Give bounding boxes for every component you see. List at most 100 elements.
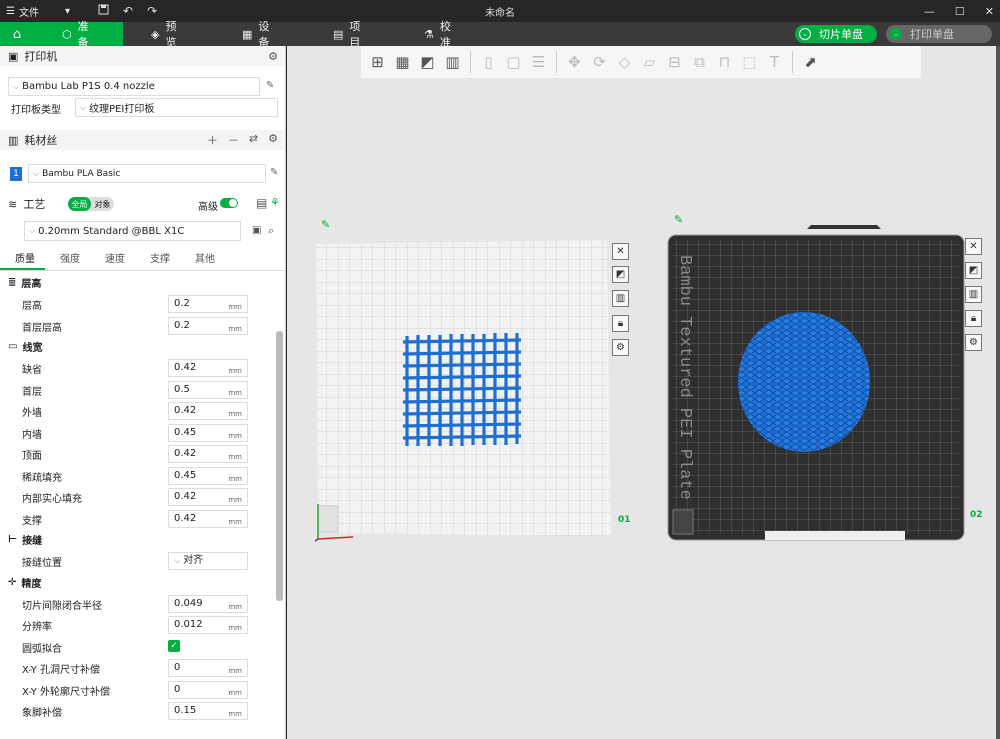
layers-editing-icon[interactable]: ☰ <box>526 49 551 75</box>
tab-preview[interactable]: ◈ 预览 <box>123 20 214 49</box>
minimize-icon[interactable]: — <box>924 5 935 18</box>
arrange-icon[interactable]: ▥ <box>440 49 465 75</box>
plate-settings-icon[interactable]: ⚙ <box>612 339 629 356</box>
param-input[interactable]: 0.2 mm <box>168 295 248 313</box>
arc-fitting-checkbox[interactable]: ✓ <box>168 639 180 652</box>
process-preset-select[interactable]: ⌵ 0.20mm Standard @BBL X1C <box>24 221 241 241</box>
param-input[interactable]: 0.42 mm <box>168 402 248 420</box>
redo-icon[interactable]: ↷ <box>147 4 157 18</box>
3d-viewport[interactable]: ⊞ ▦ ◩ ▥ ▯ ▢ ☰ ✥ ⟳ ◇ ▱ ⊟ ⧉ ⊓ ⬚ T ⬈ ✎ ✕ ◩ … <box>287 46 996 739</box>
remove-plate-icon[interactable]: ✕ <box>612 243 629 260</box>
plate-2-bed-label: Bambu Textured PEI Plate <box>675 255 694 500</box>
param-input[interactable]: 0.42 mm <box>168 509 248 528</box>
subtab-support[interactable]: 支撑 <box>135 251 180 270</box>
boolean-icon[interactable]: ⧉ <box>687 49 712 75</box>
close-icon[interactable]: ✕ <box>985 5 994 18</box>
param-unit: mm <box>228 324 242 333</box>
param-label: 稀疏填充 <box>22 472 62 484</box>
plate-type-select[interactable]: ⌵ 纹理PEI打印板 <box>75 98 278 117</box>
gear-icon[interactable]: ⚙ <box>268 132 278 148</box>
edit-icon[interactable]: ✎ <box>270 167 278 178</box>
compare-icon[interactable]: ▤ <box>256 196 267 210</box>
param-select[interactable]: ⌵ 对齐 <box>168 552 248 570</box>
search-icon[interactable]: ⌕ <box>268 224 274 238</box>
add-object-icon[interactable]: ⊞ <box>365 49 390 75</box>
plate-1[interactable] <box>315 236 615 546</box>
param-input[interactable]: 0.5 mm <box>168 380 248 399</box>
rotate-icon[interactable]: ⟳ <box>587 49 612 75</box>
tab-calibration[interactable]: ⚗ 校准 <box>396 20 487 49</box>
chevron-down-icon: ⌵ <box>13 81 20 91</box>
remove-icon[interactable]: － <box>228 132 239 148</box>
plate-2-model[interactable] <box>738 312 870 452</box>
home-button[interactable]: ⌂ <box>0 22 34 46</box>
param-row: 外墙 0.42 mm <box>0 400 274 422</box>
subtab-strength[interactable]: 强度 <box>45 251 90 270</box>
param-input[interactable]: 0.012 mm <box>168 616 248 634</box>
subtab-speed[interactable]: 速度 <box>90 251 135 270</box>
save-icon[interactable] <box>98 4 109 18</box>
cut-icon[interactable]: ⊟ <box>662 49 687 75</box>
param-input[interactable]: 0.42 mm <box>168 488 248 506</box>
param-input[interactable]: 0 mm <box>168 659 248 677</box>
move-icon[interactable]: ✥ <box>562 49 587 75</box>
subtab-quality[interactable]: 质量 <box>0 251 45 270</box>
printer-name: Bambu Lab P1S 0.4 nozzle <box>22 81 155 92</box>
param-input[interactable]: 0.42 mm <box>168 359 248 377</box>
sync-icon[interactable]: ⇄ <box>249 132 258 148</box>
undo-icon[interactable]: ↶ <box>123 4 133 18</box>
split-parts-icon[interactable]: ▢ <box>501 49 526 75</box>
arrange-plate-icon[interactable]: ▥ <box>612 290 629 307</box>
param-input[interactable]: 0.15 mm <box>168 702 248 720</box>
toggle-global[interactable]: 全局 <box>68 197 91 211</box>
sidebar-scrollbar[interactable] <box>276 331 283 601</box>
edit-icon[interactable]: ✎ <box>266 80 274 91</box>
param-input[interactable]: 0.45 mm <box>168 466 248 485</box>
edit-plate-name-icon[interactable]: ✎ <box>321 218 330 231</box>
plate-settings-icon[interactable]: ⚙ <box>965 334 982 351</box>
seam-paint-icon[interactable]: ⬚ <box>737 49 762 75</box>
param-row: 接缝位置 ⌵ 对齐 <box>0 550 274 572</box>
gear-icon[interactable]: ⚙ <box>268 50 278 63</box>
tab-project[interactable]: ▤ 项目 <box>305 20 396 49</box>
param-input[interactable]: 0 mm <box>168 680 248 699</box>
lock-plate-icon[interactable]: 🔒︎ <box>612 315 629 332</box>
maximize-icon[interactable]: ☐ <box>955 5 965 18</box>
orient-plate-icon[interactable]: ◩ <box>612 266 629 283</box>
plate-2-tab <box>807 225 881 229</box>
plate-2-label-strip <box>765 531 905 540</box>
orient-plate-icon[interactable]: ◩ <box>965 262 982 279</box>
orient-icon[interactable]: ◩ <box>415 49 440 75</box>
toggle-object[interactable]: 对象 <box>91 197 114 211</box>
support-paint-icon[interactable]: ⊓ <box>712 49 737 75</box>
filament-select[interactable]: ⌵ Bambu PLA Basic <box>28 164 266 183</box>
text-icon[interactable]: T <box>762 49 787 75</box>
param-input[interactable]: 0.2 mm <box>168 316 248 335</box>
slice-plate-button[interactable]: ⌄ 切片单盘 <box>795 25 877 43</box>
group-icon: ▭ <box>8 341 18 352</box>
param-input[interactable]: 0.049 mm <box>168 594 248 613</box>
advanced-switch[interactable] <box>220 198 238 208</box>
add-icon[interactable]: ＋ <box>207 132 218 148</box>
file-menu[interactable]: ☰ 文件 ▾ <box>0 4 70 19</box>
tab-prepare[interactable]: ⬡ 准备 <box>34 20 123 49</box>
assembly-view-icon[interactable]: ⬈ <box>798 49 823 75</box>
split-objects-icon[interactable]: ▯ <box>476 49 501 75</box>
param-input[interactable]: 0.42 mm <box>168 445 248 463</box>
remove-plate-icon[interactable]: ✕ <box>965 238 982 255</box>
print-plate-button[interactable]: ⌄ 打印单盘 <box>886 25 992 43</box>
plate-2[interactable]: Bambu Textured PEI Plate <box>665 222 965 544</box>
save-icon[interactable]: ▣ <box>252 225 261 236</box>
scale-icon[interactable]: ◇ <box>612 49 637 75</box>
lay-on-face-icon[interactable]: ▱ <box>637 49 662 75</box>
printer-select[interactable]: ⌵ Bambu Lab P1S 0.4 nozzle <box>8 77 260 96</box>
arrange-plate-icon[interactable]: ▥ <box>965 286 982 303</box>
add-plate-icon[interactable]: ▦ <box>390 49 415 75</box>
tab-device[interactable]: ▦ 设备 <box>214 20 305 49</box>
lock-plate-icon[interactable]: 🔒︎ <box>965 310 982 327</box>
diff-icon[interactable]: ⚘ <box>270 196 280 209</box>
param-group-header: ≣ 层高 <box>0 272 274 293</box>
subtab-others[interactable]: 其他 <box>180 251 225 270</box>
global-object-toggle[interactable]: 全局 对象 <box>68 197 114 211</box>
param-input[interactable]: 0.45 mm <box>168 423 248 442</box>
